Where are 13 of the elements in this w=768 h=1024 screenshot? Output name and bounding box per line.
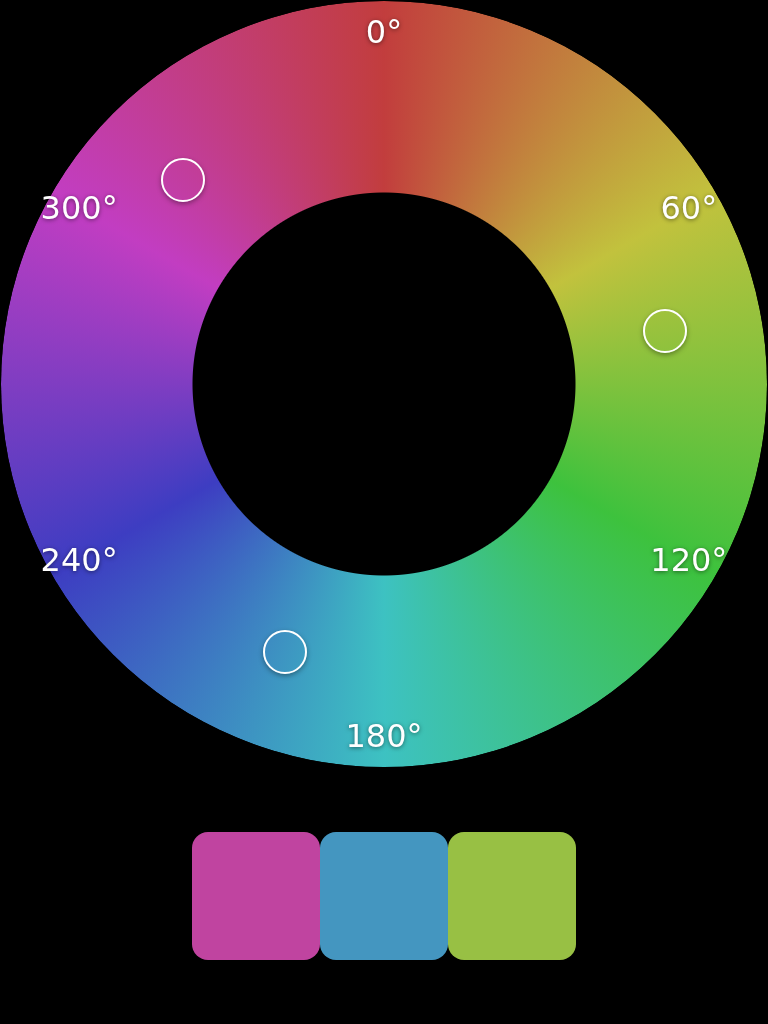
hue-label: 300°: [40, 192, 118, 224]
color-swatch[interactable]: [320, 832, 448, 960]
color-wheel[interactable]: [1, 1, 767, 767]
hue-label: 240°: [40, 544, 118, 576]
hue-label: 60°: [660, 192, 718, 224]
wheel-handle[interactable]: [161, 158, 206, 203]
color-swatch[interactable]: [192, 832, 320, 960]
hue-label: 180°: [345, 720, 423, 752]
wheel-handle[interactable]: [643, 309, 688, 354]
color-swatch[interactable]: [448, 832, 576, 960]
hue-label: 0°: [365, 16, 403, 48]
wheel-handle[interactable]: [262, 630, 307, 675]
hue-label: 120°: [650, 544, 728, 576]
